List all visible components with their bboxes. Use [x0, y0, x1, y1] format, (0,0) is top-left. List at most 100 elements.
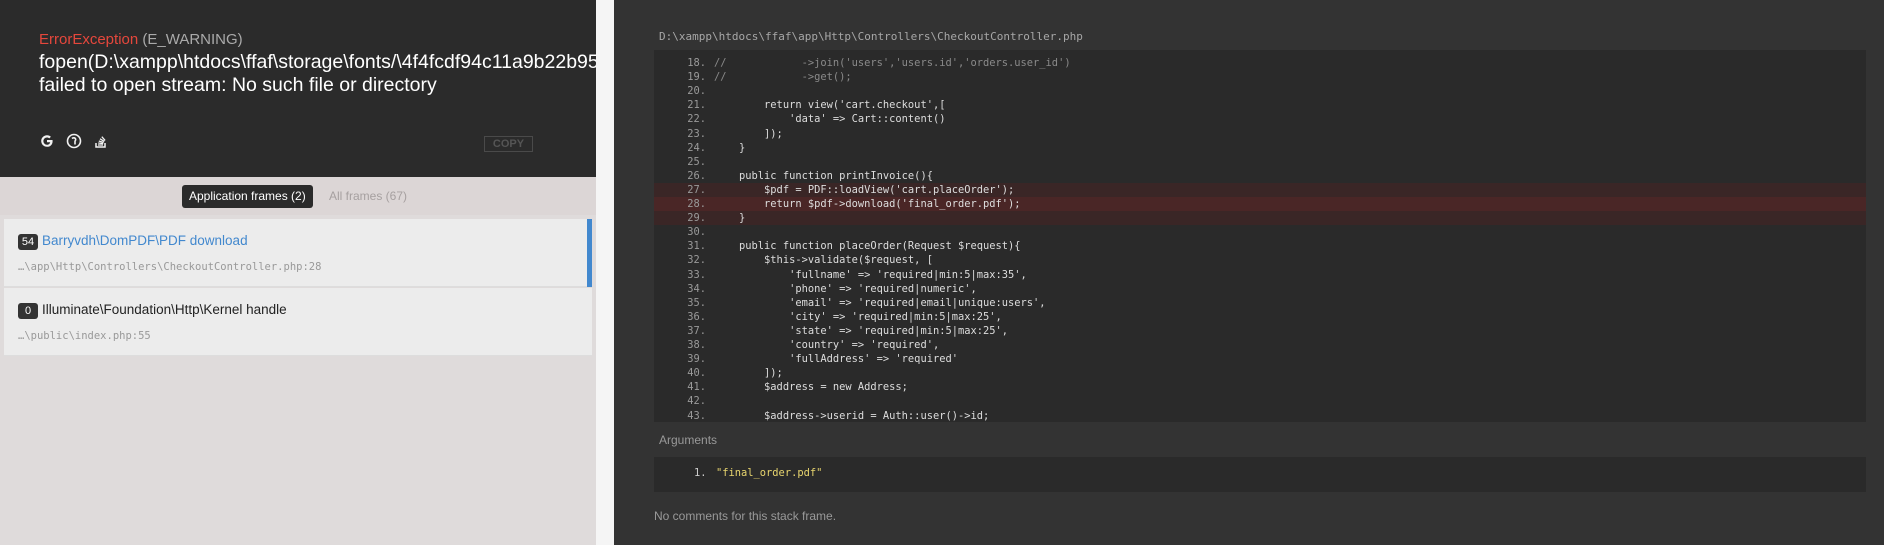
- code-line: 43. $address->userid = Auth::user()->id;: [654, 409, 1866, 423]
- line-number: 34.: [687, 282, 706, 295]
- stack-frames-panel: ErrorException (E_WARNING) fopen(D:\xamp…: [0, 0, 774, 545]
- code-line: 23. ]);: [654, 127, 1866, 141]
- line-number: 23.: [687, 127, 706, 140]
- code-line: 18. // ->join('users','users.id','orders.…: [654, 56, 1866, 70]
- exception-type: ErrorException (E_WARNING): [39, 31, 243, 48]
- frame-index: 0: [18, 303, 38, 319]
- code-line: 24. }: [654, 141, 1866, 155]
- code-line: 19. // ->get();: [654, 70, 1866, 84]
- code-text: 'email' => 'required|email|unique:users'…: [714, 296, 1046, 309]
- line-number: 20.: [687, 85, 706, 98]
- stackoverflow-icon[interactable]: [93, 133, 109, 149]
- frame-item[interactable]: 0 Illuminate\Foundation\Http\Kernel hand…: [4, 288, 592, 356]
- code-text: $address->userid = Auth::user()->id;: [714, 409, 990, 422]
- code-line: 34. 'phone' => 'required|numeric',: [654, 282, 1866, 296]
- code-line: 32. $this->validate($request, [: [654, 253, 1866, 267]
- code-text: }: [714, 212, 746, 225]
- line-number: 27.: [687, 183, 706, 196]
- code-line: 42.: [654, 394, 1866, 408]
- frame-index: 54: [18, 234, 38, 250]
- code-text: return $pdf->download('final_order.pdf')…: [714, 198, 1021, 210]
- code-text: 'data' => Cart::content(): [714, 113, 946, 126]
- code-text: return view('cart.checkout',[: [714, 99, 946, 112]
- frames-tabs: Application frames (2) All frames (67): [0, 177, 596, 215]
- line-number: 24.: [687, 141, 706, 154]
- code-line: 31. public function placeOrder(Request $…: [654, 239, 1866, 253]
- code-line: 36. 'city' => 'required|min:5|max:25',: [654, 310, 1866, 324]
- frame-class: Barryvdh\DomPDF\PDF download: [42, 233, 248, 248]
- code-line: 41. $address = new Address;: [654, 380, 1866, 394]
- line-number: 25.: [687, 155, 706, 168]
- code-text: 'state' => 'required|min:5|max:25',: [714, 324, 1009, 337]
- code-line: 26. public function printInvoice(){: [654, 169, 1866, 183]
- line-number: 33.: [687, 268, 706, 281]
- tab-application-frames[interactable]: Application frames (2): [182, 185, 313, 208]
- frame-file: …\app\Http\Controllers\CheckoutControlle…: [18, 261, 322, 273]
- code-line: 37. 'state' => 'required|min:5|max:25',: [654, 324, 1866, 338]
- frame-class: Illuminate\Foundation\Http\Kernel handle: [42, 302, 287, 317]
- code-text: }: [714, 141, 746, 154]
- line-number: 29.: [687, 212, 706, 225]
- line-number: 26.: [687, 169, 706, 182]
- line-number: 35.: [687, 296, 706, 309]
- code-file-path: D:\xampp\htdocs\ffaf\app\Http\Controller…: [659, 30, 1083, 43]
- copy-button[interactable]: COPY: [484, 136, 533, 152]
- line-number: 22.: [687, 113, 706, 126]
- code-text: 'fullname' => 'required|min:5|max:35',: [714, 268, 1027, 281]
- line-number: 19.: [687, 71, 706, 84]
- tab-all-frames[interactable]: All frames (67): [329, 185, 407, 208]
- frame-file: …\public\index.php:55: [18, 330, 151, 342]
- argument-value: "final_order.pdf": [716, 467, 823, 479]
- code-text: $address = new Address;: [714, 381, 908, 394]
- code-line: 30.: [654, 225, 1866, 239]
- line-number: 40.: [687, 367, 706, 380]
- code-line: 25.: [654, 155, 1866, 169]
- exception-message: fopen(D:\xampp\htdocs\ffaf\storage\fonts…: [39, 51, 774, 96]
- code-line: 33. 'fullname' => 'required|min:5|max:35…: [654, 268, 1866, 282]
- code-text: 'fullAddress' => 'required': [714, 353, 958, 366]
- code-line: 28. return $pdf->download('final_order.p…: [654, 197, 1866, 211]
- frame-item[interactable]: 54 Barryvdh\DomPDF\PDF download …\app\Ht…: [4, 219, 592, 287]
- line-number: 39.: [687, 353, 706, 366]
- code-text: 'country' => 'required',: [714, 339, 940, 351]
- code-text: 'city' => 'required|min:5|max:25',: [714, 310, 1002, 323]
- line-number: 32.: [687, 254, 706, 267]
- line-number: 31.: [687, 240, 706, 253]
- panel-divider: [596, 0, 614, 545]
- line-number: 37.: [687, 324, 706, 337]
- line-number: 28.: [687, 198, 706, 210]
- code-block[interactable]: 18. // ->join('users','users.id','orders.…: [654, 50, 1866, 422]
- line-number: 43.: [687, 409, 706, 422]
- code-text: ]);: [714, 367, 783, 380]
- code-text: ]);: [714, 127, 783, 140]
- code-text: // ->join('users','users.id','orders.use…: [714, 57, 1071, 69]
- line-number: 18.: [687, 57, 706, 69]
- exception-class: ErrorException: [39, 31, 139, 48]
- active-frame-indicator: [587, 219, 592, 287]
- code-line: 27. $pdf = PDF::loadView('cart.placeOrde…: [654, 182, 1866, 197]
- code-text: public function placeOrder(Request $requ…: [714, 240, 1021, 253]
- code-text: 'phone' => 'required|numeric',: [714, 282, 977, 295]
- code-line: 22. 'data' => Cart::content(): [654, 112, 1866, 126]
- line-number: 21.: [687, 99, 706, 112]
- argument-index: 1.: [694, 467, 707, 479]
- code-line: 20.: [654, 84, 1866, 98]
- duckduckgo-icon[interactable]: [66, 133, 82, 149]
- line-number: 41.: [687, 381, 706, 394]
- line-number: 30.: [687, 226, 706, 239]
- code-text: $pdf = PDF::loadView('cart.placeOrder');: [714, 183, 1015, 196]
- code-line: 35. 'email' => 'required|email|unique:us…: [654, 296, 1866, 310]
- code-line: 29. }: [654, 211, 1866, 226]
- google-icon[interactable]: [39, 133, 55, 149]
- code-line: 21. return view('cart.checkout',[: [654, 98, 1866, 112]
- line-number: 42.: [687, 395, 706, 408]
- arguments-block: 1. "final_order.pdf": [654, 457, 1866, 492]
- exception-header: ErrorException (E_WARNING) fopen(D:\xamp…: [0, 0, 774, 177]
- code-line: 38. 'country' => 'required',: [654, 338, 1866, 352]
- arguments-label: Arguments: [659, 433, 718, 447]
- line-number: 38.: [687, 339, 706, 351]
- code-text: $this->validate($request, [: [714, 254, 933, 267]
- code-line: 39. 'fullAddress' => 'required': [654, 352, 1866, 366]
- no-comments-text: No comments for this stack frame.: [654, 509, 837, 523]
- details-panel: D:\xampp\htdocs\ffaf\app\Http\Controller…: [614, 0, 1884, 545]
